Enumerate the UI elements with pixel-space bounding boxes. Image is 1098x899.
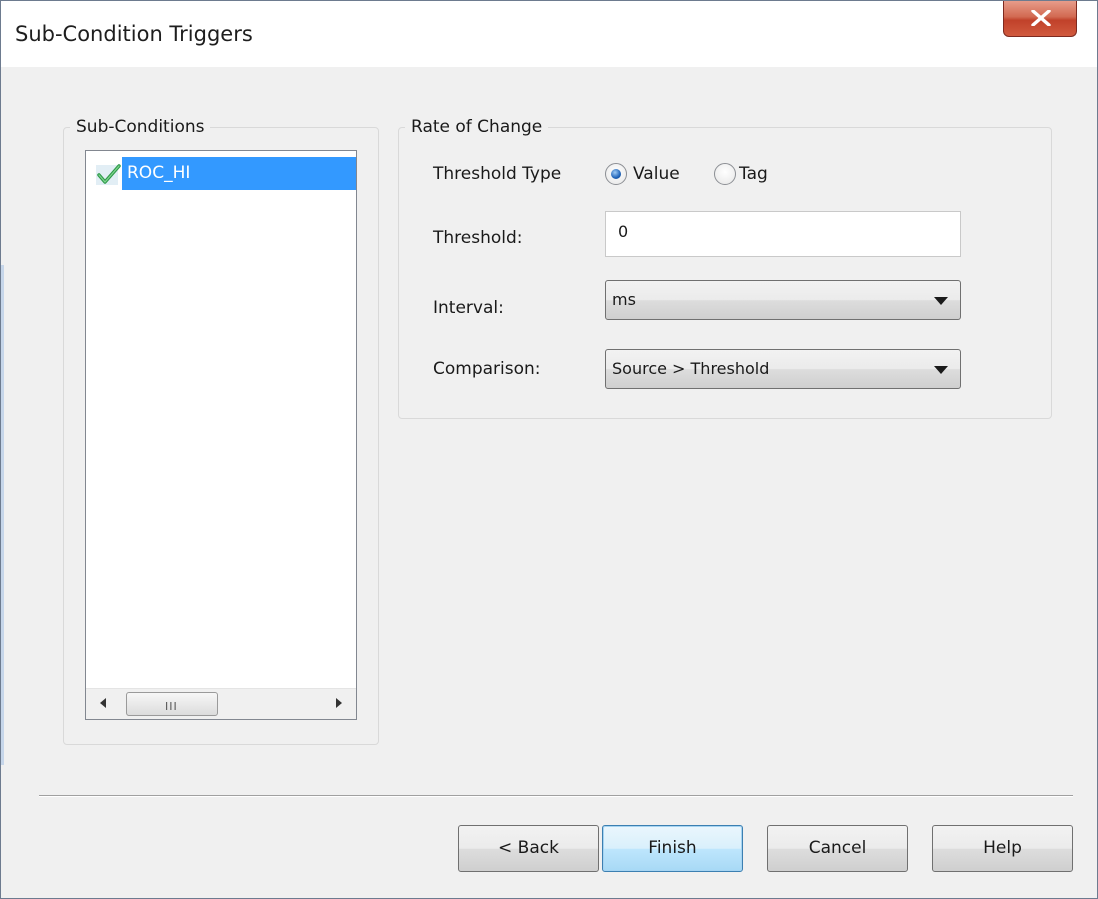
threshold-input[interactable]: 0: [605, 211, 961, 257]
cancel-button[interactable]: Cancel: [767, 825, 908, 872]
interval-dropdown[interactable]: ms: [605, 280, 961, 320]
dialog-window: Sub-Condition Triggers Sub-Conditions RO…: [0, 0, 1098, 899]
subconditions-legend: Sub-Conditions: [76, 117, 205, 137]
radio-tag[interactable]: [714, 163, 736, 185]
scroll-right-icon[interactable]: [336, 698, 342, 708]
close-x-icon: [1031, 10, 1051, 26]
horizontal-scrollbar[interactable]: III: [86, 688, 356, 719]
thumb-grip: III: [165, 700, 178, 713]
radio-value[interactable]: [605, 163, 627, 185]
window-title: Sub-Condition Triggers: [15, 22, 253, 46]
help-button[interactable]: Help: [932, 825, 1073, 872]
subconditions-list[interactable]: ROC_HI III: [85, 150, 357, 720]
comparison-label: Comparison:: [433, 359, 541, 379]
radio-value-label[interactable]: Value: [633, 164, 680, 184]
dropdown-arrow-icon: [934, 297, 948, 305]
window-edge-accent: [1, 265, 4, 765]
radio-selected-dot: [611, 169, 621, 179]
interval-label: Interval:: [433, 298, 504, 318]
footer-separator: [39, 795, 1073, 797]
radio-tag-label[interactable]: Tag: [739, 164, 768, 184]
back-button[interactable]: < Back: [458, 825, 599, 872]
threshold-label: Threshold:: [433, 228, 523, 248]
title-bar: Sub-Condition Triggers: [1, 1, 1097, 67]
list-item-label: ROC_HI: [122, 157, 356, 190]
dropdown-arrow-icon: [934, 366, 948, 374]
comparison-value: Source > Threshold: [612, 359, 770, 378]
comparison-dropdown[interactable]: Source > Threshold: [605, 349, 961, 389]
scroll-left-icon[interactable]: [100, 698, 106, 708]
interval-value: ms: [612, 290, 636, 309]
checkmark-icon: [96, 164, 121, 185]
threshold-type-label: Threshold Type: [433, 164, 562, 184]
scrollbar-thumb[interactable]: III: [126, 692, 218, 716]
close-button[interactable]: [1003, 1, 1077, 37]
finish-button[interactable]: Finish: [602, 825, 743, 872]
rate-of-change-legend: Rate of Change: [411, 117, 543, 137]
list-item-roc-hi[interactable]: ROC_HI: [92, 157, 356, 190]
